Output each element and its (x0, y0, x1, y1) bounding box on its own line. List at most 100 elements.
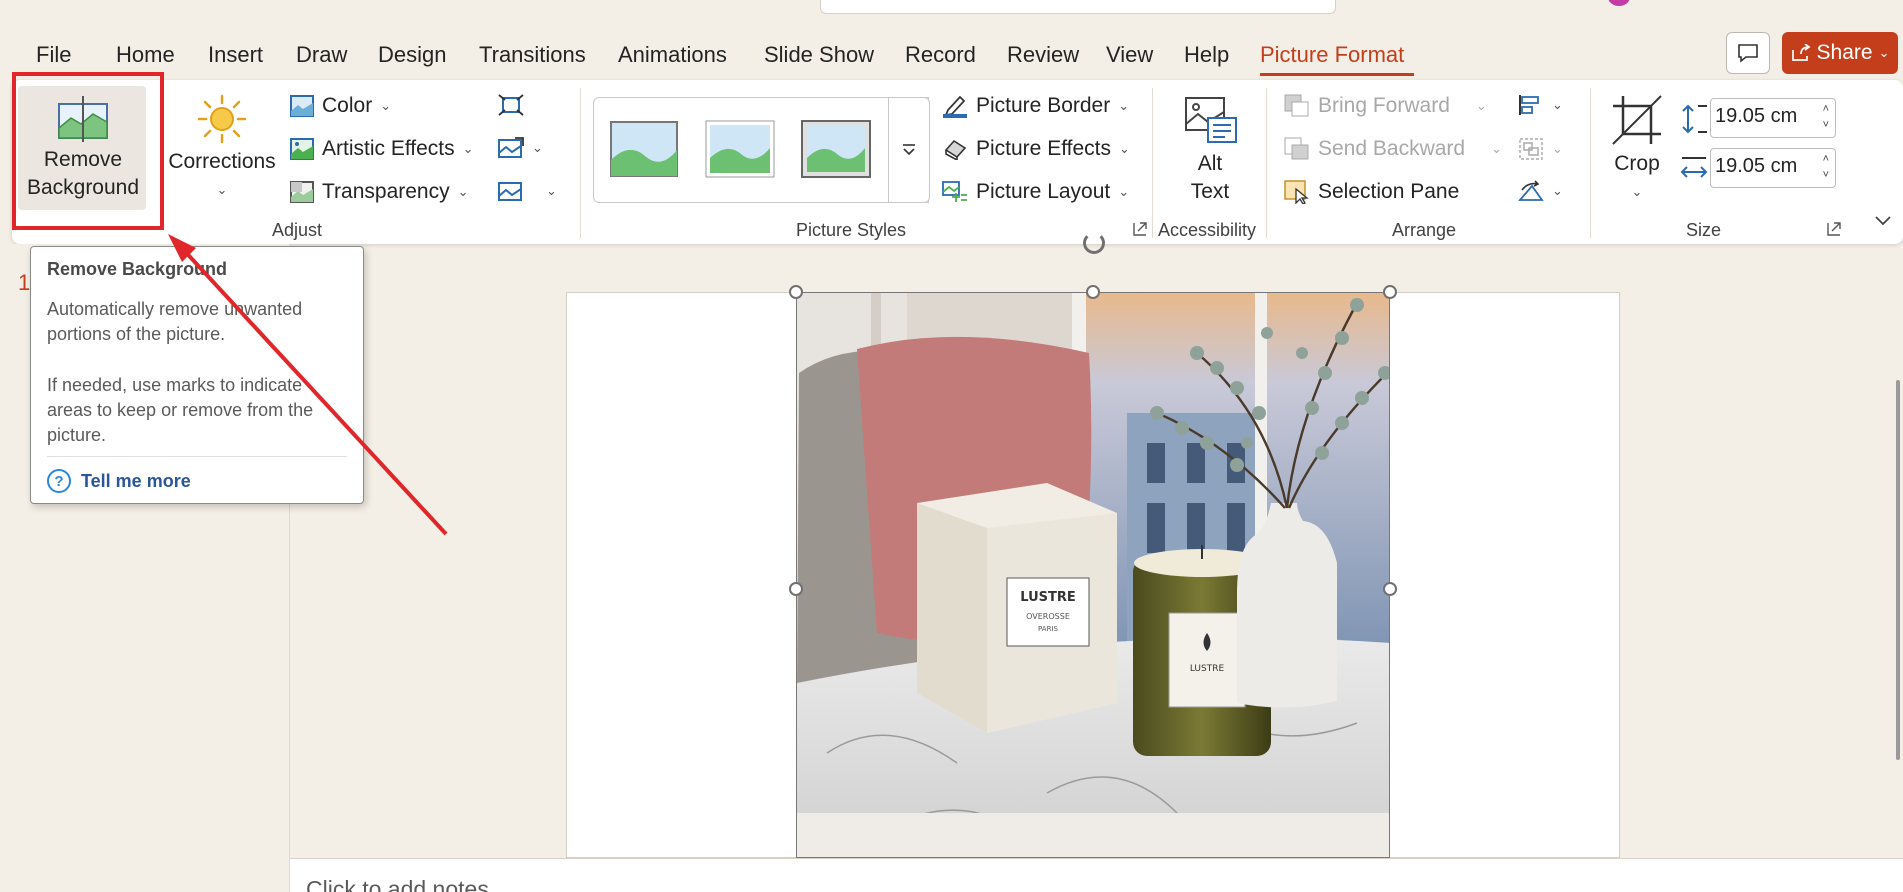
selected-picture[interactable]: LUSTRE OVEROSSE PARIS LUSTRE (796, 292, 1390, 858)
chevron-down-icon: ⌄ (532, 140, 543, 155)
bring-forward-icon (1284, 94, 1309, 117)
sun-icon (197, 94, 247, 144)
group-objects-button[interactable]: ⌄ (1518, 137, 1563, 161)
shape-width-input[interactable]: 19.05 cm ˄ ˅ (1710, 148, 1836, 188)
box-line3-text: PARIS (1038, 625, 1058, 633)
selection-pane-button[interactable]: Selection Pane (1284, 180, 1459, 204)
tab-transitions[interactable]: Transitions (479, 42, 586, 68)
ribbon-tabs: File Home Insert Draw Design Transitions… (0, 38, 1903, 78)
tab-insert[interactable]: Insert (208, 42, 263, 68)
compress-pictures-button[interactable] (498, 94, 524, 116)
compress-pictures-icon (498, 94, 524, 116)
highlight-annotation-box (12, 72, 164, 230)
shape-height-input[interactable]: 19.05 cm ˄ ˅ (1710, 98, 1836, 138)
styles-gallery-more-button[interactable] (888, 97, 930, 203)
picture-style-3[interactable] (801, 120, 871, 178)
tab-view[interactable]: View (1106, 42, 1153, 68)
group-label-size: Size (1686, 220, 1722, 240)
artistic-effects-button[interactable]: Artistic Effects ⌄ (290, 137, 474, 161)
color-icon (290, 95, 314, 117)
notes-pane[interactable] (290, 858, 1903, 892)
artistic-effects-label: Artistic Effects (322, 137, 455, 160)
tab-design[interactable]: Design (378, 42, 446, 68)
transparency-label: Transparency (322, 180, 450, 203)
picture-layout-icon (942, 181, 967, 202)
alt-text-button[interactable]: Alt Text (1170, 94, 1250, 206)
chevron-down-icon: ⌄ (1118, 184, 1130, 199)
send-backward-icon (1284, 137, 1309, 160)
tab-home[interactable]: Home (116, 42, 175, 68)
group-separator (1266, 88, 1267, 238)
rotate-button[interactable]: ⌄ (1518, 180, 1563, 202)
group-label-accessibility: Accessibility (1158, 220, 1257, 240)
crop-button[interactable]: Crop ⌄ (1606, 94, 1668, 206)
corrections-button[interactable]: Corrections ⌄ (166, 94, 278, 204)
group-label-picture-styles: Picture Styles (796, 220, 907, 240)
chevron-down-icon: ⌄ (457, 184, 469, 199)
picture-style-1[interactable] (609, 120, 679, 178)
crop-label: Crop (1614, 152, 1660, 175)
tab-draw[interactable]: Draw (296, 42, 347, 68)
send-backward-button[interactable]: Send Backward ⌄ (1284, 137, 1502, 161)
dialog-launcher-icon[interactable] (1133, 222, 1147, 236)
group-objects-icon (1519, 138, 1543, 160)
resize-handle[interactable] (1383, 285, 1397, 299)
picture-layout-button[interactable]: Picture Layout ⌄ (942, 180, 1129, 204)
picture-effects-button[interactable]: Picture Effects ⌄ (942, 137, 1130, 161)
bring-forward-button[interactable]: Bring Forward ⌄ (1284, 94, 1487, 118)
spin-down-icon[interactable]: ˅ (1823, 169, 1829, 181)
alt-text-icon (1185, 97, 1237, 143)
picture-effects-label: Picture Effects (976, 137, 1112, 160)
tab-help[interactable]: Help (1184, 42, 1229, 68)
picture-layout-label: Picture Layout (976, 180, 1111, 203)
tell-me-more-link[interactable]: ? Tell me more (47, 469, 191, 493)
resize-handle[interactable] (1086, 285, 1100, 299)
picture-border-button[interactable]: Picture Border ⌄ (942, 94, 1129, 118)
align-button[interactable]: ⌄ (1518, 94, 1563, 116)
collapse-ribbon-icon[interactable] (1874, 214, 1892, 228)
rotate-handle[interactable] (1083, 232, 1105, 254)
resize-handle[interactable] (1383, 582, 1397, 596)
search-box[interactable] (820, 0, 1336, 14)
tab-animations[interactable]: Animations (618, 42, 727, 68)
transparency-icon (290, 181, 314, 203)
comments-button[interactable] (1726, 32, 1770, 74)
group-label-adjust: Adjust (272, 220, 323, 240)
tab-picture-format[interactable]: Picture Format (1260, 42, 1404, 68)
alt-text-line1: Alt (1197, 152, 1223, 175)
color-button[interactable]: Color ⌄ (290, 94, 391, 118)
tab-review[interactable]: Review (1007, 42, 1079, 68)
picture-style-2[interactable] (705, 120, 775, 178)
resize-handle[interactable] (789, 285, 803, 299)
width-value: 19.05 cm (1715, 155, 1798, 177)
tab-file[interactable]: File (36, 42, 71, 68)
remove-background-tooltip: Remove Background Automatically remove u… (30, 246, 364, 504)
share-button[interactable]: Share ⌄ (1782, 32, 1898, 74)
tab-record[interactable]: Record (905, 42, 976, 68)
box-brand-text: LUSTRE (1020, 590, 1076, 605)
corrections-label: Corrections (168, 150, 276, 173)
reset-picture-button[interactable]: ⌄ (498, 180, 557, 202)
spin-up-icon[interactable]: ˄ (1823, 103, 1829, 115)
spin-down-icon[interactable]: ˅ (1823, 119, 1829, 131)
shape-height-icon (1682, 104, 1707, 134)
picture-border-label: Picture Border (976, 94, 1111, 117)
chevron-down-icon: ⌄ (1475, 98, 1487, 113)
group-label-arrange: Arrange (1392, 220, 1457, 240)
share-label: Share (1816, 41, 1873, 64)
picture-styles-gallery[interactable] (593, 97, 929, 203)
change-picture-button[interactable]: ⌄ (498, 137, 543, 159)
chevron-down-icon: ⌄ (462, 141, 474, 156)
chevron-down-icon: ⌄ (1631, 184, 1643, 199)
chevron-down-icon: ⌄ (216, 182, 228, 197)
spin-up-icon[interactable]: ˄ (1823, 153, 1829, 165)
tooltip-divider (47, 456, 347, 457)
transparency-button[interactable]: Transparency ⌄ (290, 180, 469, 204)
resize-handle[interactable] (789, 582, 803, 596)
artistic-effects-icon (290, 138, 314, 160)
vertical-scrollbar[interactable] (1896, 380, 1900, 760)
dialog-launcher-icon[interactable] (1827, 222, 1841, 236)
tab-slide-show[interactable]: Slide Show (764, 42, 874, 68)
chevron-down-icon: ⌄ (1119, 141, 1130, 156)
chevron-down-icon: ⌄ (546, 183, 557, 198)
